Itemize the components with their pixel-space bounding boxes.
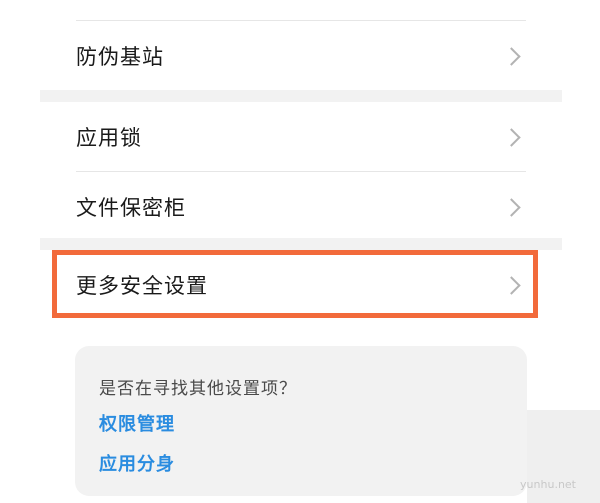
section-gap	[40, 238, 562, 250]
settings-group-middle: 应用锁 文件保密柜	[40, 102, 562, 238]
chevron-right-icon	[502, 127, 521, 147]
suggestion-card: 是否在寻找其他设置项？ 权限管理 应用分身	[75, 346, 527, 496]
row-divider	[76, 20, 526, 21]
link-permission-management[interactable]: 权限管理	[99, 410, 175, 436]
row-file-safe[interactable]: 文件保密柜	[76, 186, 526, 228]
watermark: yunhu.net	[520, 478, 576, 491]
link-app-clone[interactable]: 应用分身	[99, 450, 175, 476]
settings-group-top: 防伪基站	[40, 0, 562, 90]
chevron-right-icon	[502, 197, 521, 217]
row-label: 文件保密柜	[76, 196, 186, 220]
row-label: 应用锁	[76, 126, 142, 150]
row-divider	[76, 171, 526, 172]
highlight-box	[52, 250, 538, 318]
section-gap	[40, 90, 562, 102]
chevron-right-icon	[502, 46, 521, 66]
suggestion-question: 是否在寻找其他设置项？	[99, 379, 297, 399]
row-app-lock[interactable]: 应用锁	[76, 116, 526, 158]
row-label: 防伪基站	[76, 45, 164, 69]
row-anti-fake-base-station[interactable]: 防伪基站	[76, 36, 526, 76]
